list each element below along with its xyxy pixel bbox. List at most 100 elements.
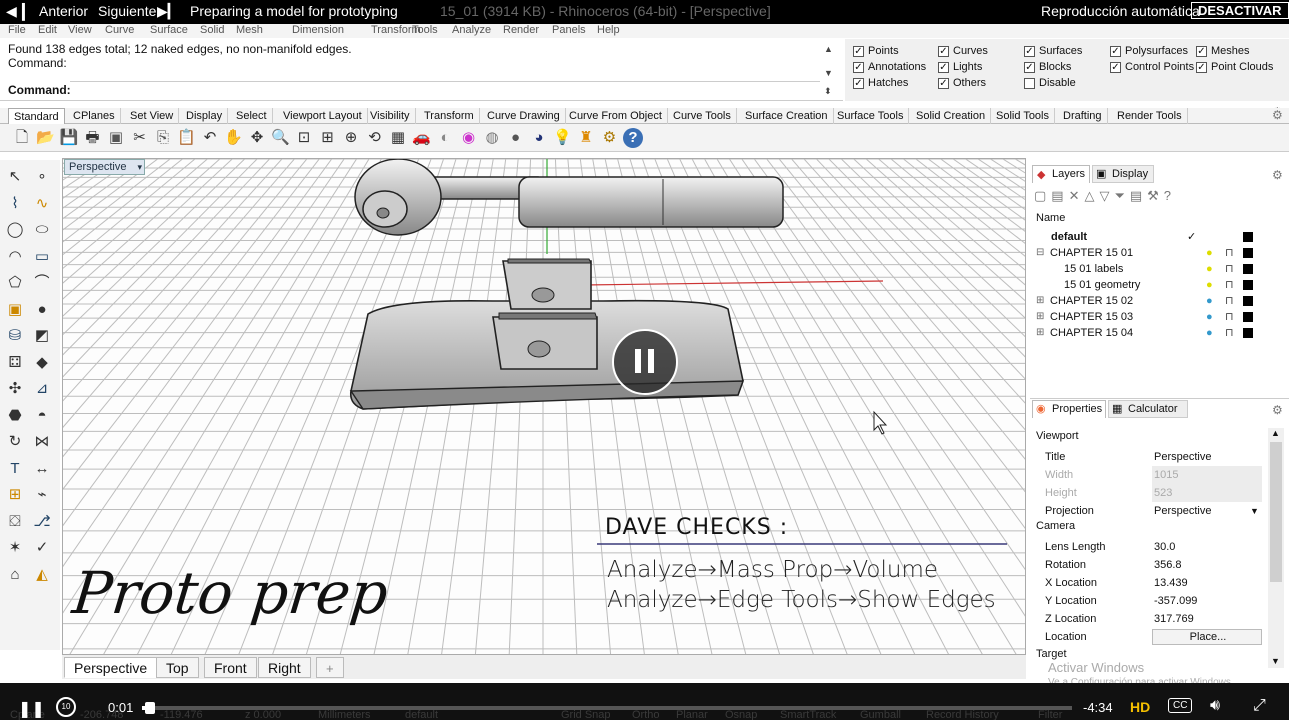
offset-icon[interactable]: ⋈ [32,433,52,451]
ghosted-sphere-icon[interactable]: ● [506,128,526,148]
checkbox[interactable]: ✓ [1110,61,1121,73]
checkbox[interactable]: ✓ [938,61,949,73]
paste-icon[interactable]: 📋 [177,128,197,148]
ellipse-icon[interactable]: ⬭ [32,221,52,239]
circle-icon[interactable]: ◯ [5,221,25,239]
lock-icon[interactable]: ⊓ [1225,245,1234,261]
group-icon[interactable]: ⚃ [5,354,25,372]
property-value[interactable]: Place... [1152,629,1262,645]
progress-knob[interactable] [144,702,155,714]
property-value[interactable]: Perspective [1152,502,1262,520]
toolbar-tab-display[interactable]: Display [181,108,229,124]
prev-button[interactable]: Anterior [39,3,88,19]
checkbox[interactable]: ✓ [1196,45,1207,57]
filter-polysurfaces[interactable]: ✓ Polysurfaces [1110,45,1188,57]
curve-icon[interactable]: ∿ [32,195,52,213]
four-viewports-icon[interactable]: ▦ [388,128,408,148]
expand-toggle[interactable]: ⊞ [1036,325,1044,341]
layers-toolbar[interactable]: ▢▤✕△▽⏷▤⚒? [1034,188,1284,206]
layer-color-swatch[interactable] [1243,328,1253,338]
tab-right[interactable]: Right [258,657,311,678]
undo-icon[interactable]: ↶ [200,128,220,148]
polyline-icon[interactable]: ⌇ [5,195,25,213]
toolbar-tab-select[interactable]: Select [231,108,273,124]
checkbox[interactable]: ✓ [938,77,949,89]
lamp-icon[interactable]: ♜ [576,128,596,148]
property-value[interactable]: Perspective [1152,448,1262,466]
lock-icon[interactable]: ⊓ [1225,261,1234,277]
check-icon[interactable]: ✓ [32,539,52,557]
flow-icon[interactable]: ⎇ [32,513,52,531]
visibility-bulb-icon[interactable]: ● [1206,245,1213,261]
hd-badge[interactable]: HD [1130,699,1150,715]
property-value[interactable]: 30.0 [1152,538,1262,556]
menu-item-file[interactable]: File [8,24,26,36]
volume-icon[interactable]: 🔊︎ [1210,697,1220,715]
expand-toggle[interactable]: ⊞ [1036,309,1044,325]
chevron-down-icon[interactable]: ▼ [824,68,833,78]
point-icon[interactable]: ∘ [32,168,52,186]
chevron-up-icon[interactable]: ▲ [1271,428,1280,438]
fillet-icon[interactable]: ⌒ [32,274,52,292]
toolbar-tab-render-tools[interactable]: Render Tools [1112,108,1188,124]
text-icon[interactable]: T [5,460,25,478]
arc-icon[interactable]: ◠ [5,248,25,266]
checkbox[interactable]: ✓ [853,61,864,73]
rotate-icon[interactable]: ↻ [5,433,25,451]
expand-toggle[interactable]: ⊟ [1036,245,1044,261]
move-icon[interactable]: ✥ [247,128,267,148]
save-icon[interactable]: 💾 [59,128,79,148]
menu-item-curve[interactable]: Curve [105,24,134,36]
menu-item-mesh[interactable]: Mesh [236,24,263,36]
add-viewport-tab-button[interactable]: + [316,657,344,678]
layer-row[interactable]: default ✓ [1030,229,1289,245]
box-icon[interactable]: ▣ [5,301,25,319]
checkbox[interactable] [1024,77,1035,89]
toolbar-tab-visibility[interactable]: Visibility [365,108,416,124]
toolbar-tab-solid-tools[interactable]: Solid Tools [991,108,1055,124]
print-icon[interactable]: 🖶 [83,128,103,148]
menu-item-view[interactable]: View [68,24,92,36]
visibility-bulb-icon[interactable]: ● [1206,261,1213,277]
toolbar-tab-surface-creation[interactable]: Surface Creation [740,108,834,124]
toolbar-tab-set-view[interactable]: Set View [125,108,180,124]
toolbar-tab-curve-from-object[interactable]: Curve From Object [564,108,668,124]
checkbox[interactable]: ✓ [853,45,864,57]
lock-icon[interactable]: ⊓ [1225,325,1234,341]
chevron-down-icon[interactable]: ▼ [1250,502,1259,520]
toolbar-tab-curve-drawing[interactable]: Curve Drawing [482,108,566,124]
open-folder-icon[interactable]: 📂 [36,128,56,148]
properties-scrollbar[interactable]: ▲ ▼ [1268,428,1284,668]
filter-hatches[interactable]: ✓ Hatches [853,77,908,89]
menu-item-edit[interactable]: Edit [38,24,57,36]
filter-disable[interactable]: Disable [1024,77,1076,89]
chevron-down-icon[interactable]: ▾ [137,160,142,174]
layer-color-swatch[interactable] [1243,296,1253,306]
checkbox[interactable]: ✓ [1196,61,1207,73]
filter-point-clouds[interactable]: ✓ Point Clouds [1196,61,1273,73]
layer-color-swatch[interactable] [1243,280,1253,290]
closed-captions-button[interactable]: CC [1168,698,1193,713]
filter-surfaces[interactable]: ✓ Surfaces [1024,45,1082,57]
toolbar-gear-icon[interactable]: ⚙ [1272,108,1283,122]
tab-top[interactable]: Top [156,657,199,678]
sphere-icon[interactable]: ● [32,301,52,319]
boolean-icon[interactable]: ◆ [32,354,52,372]
menu-item-surface[interactable]: Surface [150,24,188,36]
render-sphere-icon[interactable]: ◕ [529,128,549,148]
help-icon[interactable]: ? [623,128,643,148]
rotate-view-icon[interactable]: ⟲ [365,128,385,148]
gumball-icon[interactable]: ✣ [5,380,25,398]
layer-row[interactable]: ⊞ CHAPTER 15 03 ● ⊓ [1030,309,1289,325]
tab-layers[interactable]: ◆ Layers [1032,165,1090,183]
perspective-viewport[interactable]: DAVE CHECKS : Analyze→Mass Prop→Volume A… [62,158,1026,655]
toolbar-tab-curve-tools[interactable]: Curve Tools [668,108,737,124]
properties-gear-icon[interactable]: ⚙ [1272,403,1283,417]
select-arrow-icon[interactable]: ↖ [5,168,25,186]
zoom-window-icon[interactable]: ⊡ [294,128,314,148]
lock-icon[interactable]: ⊓ [1225,277,1234,293]
viewport-title[interactable]: Perspective ▾ [64,159,145,175]
layers-gear-icon[interactable]: ⚙ [1272,168,1283,182]
progress-track[interactable] [142,702,1072,714]
prev-icon[interactable]: ◀ [6,3,17,20]
